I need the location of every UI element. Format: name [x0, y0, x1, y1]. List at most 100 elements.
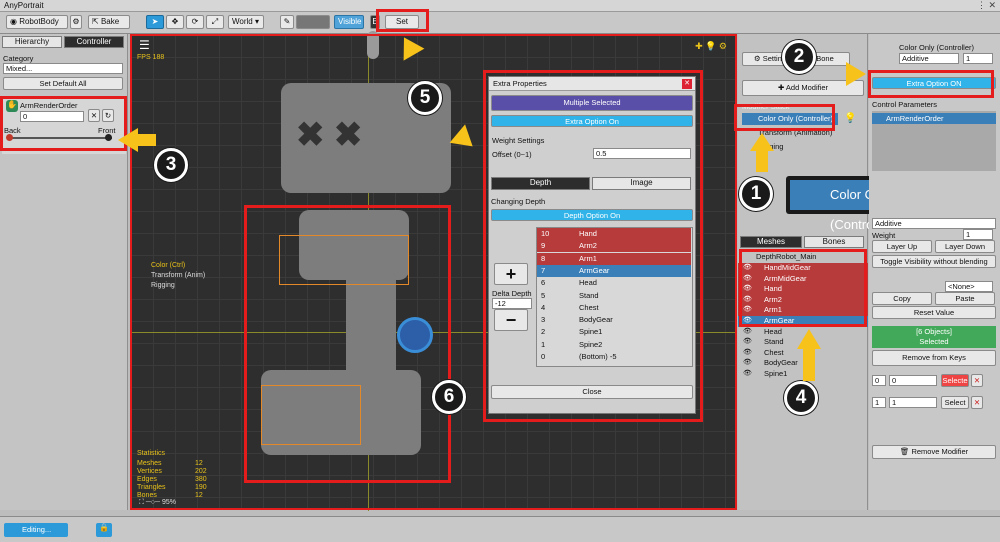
index-input-0[interactable]: 0 — [872, 375, 886, 386]
depth-row[interactable]: 1 Spine2 — [537, 338, 691, 351]
eye-icon[interactable]: 👁 — [743, 348, 752, 358]
eye-icon[interactable]: 👁 — [743, 369, 752, 379]
portrait-select[interactable]: ◉ RobotBody — [6, 15, 68, 29]
key-icon[interactable]: E — [370, 15, 380, 29]
extra-option-on-button[interactable]: Extra Option On — [491, 115, 693, 127]
depth-row[interactable]: 9 Arm2 — [537, 240, 691, 253]
depth-row[interactable]: 5 Stand — [537, 289, 691, 302]
gear-icon[interactable]: ⚙ — [70, 15, 82, 29]
toggle-visibility-button[interactable]: Toggle Visibility without blending — [872, 255, 996, 268]
eye-icon[interactable]: 👁 — [743, 295, 752, 305]
move-tool-icon[interactable]: ✥ — [166, 15, 184, 29]
layer-down-button[interactable]: Layer Down — [935, 240, 995, 253]
rotate-tool-icon[interactable]: ⟳ — [186, 15, 204, 29]
set-default-all-button[interactable]: Set Default All — [3, 77, 123, 90]
editing-status[interactable]: Editing... — [4, 523, 68, 537]
close-icon[interactable]: ✕ — [88, 109, 100, 122]
value-input-1[interactable]: 1 — [889, 397, 937, 408]
mesh-root[interactable]: DepthRobot_Main — [756, 252, 816, 261]
window-controls[interactable]: ⋮ ✕ — [977, 0, 996, 11]
delta-depth-input[interactable]: -12 — [492, 298, 532, 309]
paste-button[interactable]: Paste — [935, 292, 995, 305]
index-input-1[interactable]: 1 — [872, 397, 886, 408]
eye-icon[interactable]: 👁 — [743, 327, 752, 337]
mesh-row[interactable]: 👁 ArmGear — [738, 316, 868, 327]
eye-icon[interactable]: 👁 — [743, 358, 752, 368]
copy-button[interactable]: Copy — [872, 292, 932, 305]
dialog-close-icon[interactable]: ✕ — [682, 79, 692, 89]
mesh-row[interactable]: 👁 HandMidGear — [738, 263, 868, 274]
depth-slider-track[interactable] — [8, 137, 112, 139]
depth-row[interactable]: 0 (Bottom) -5 — [537, 351, 691, 364]
offset-input[interactable]: 0.5 — [593, 148, 691, 159]
lightbulb-icons[interactable]: 💡 — [844, 113, 856, 124]
lock-icon[interactable]: 🔒 — [96, 523, 112, 537]
tab-depth[interactable]: Depth — [491, 177, 590, 190]
brush-icon[interactable]: ✎ — [280, 15, 294, 29]
multiple-selected-button[interactable]: Multiple Selected — [491, 95, 693, 111]
tab-hierarchy[interactable]: Hierarchy — [2, 36, 62, 48]
eye-icon[interactable]: 👁 — [743, 274, 752, 284]
control-param-item[interactable]: ArmRenderOrder — [872, 113, 996, 124]
depth-option-on-button[interactable]: Depth Option On — [491, 209, 693, 221]
eye-icon[interactable]: 👁 — [743, 284, 752, 294]
category-select[interactable]: Mixed... — [3, 63, 123, 74]
tab-controller[interactable]: Controller — [64, 36, 124, 48]
depth-row[interactable]: 8 Arm1 — [537, 252, 691, 265]
eye-icon[interactable]: 👁 — [743, 305, 752, 315]
viewport-tool-icons[interactable]: ✚ 💡 ⚙ — [695, 41, 727, 52]
delete-icon-0[interactable]: ✕ — [971, 374, 983, 387]
weight-input[interactable]: 1 — [963, 229, 993, 240]
zoom-control[interactable]: ⛶ ─○─ 95% — [139, 499, 176, 507]
eye-icon[interactable]: 👁 — [743, 316, 752, 326]
select-button-0[interactable]: Selecte — [941, 374, 969, 387]
bake-button[interactable]: ⇱ Bake — [88, 15, 130, 29]
select-tool-icon[interactable]: ➤ — [146, 15, 164, 29]
menu-icon[interactable]: ☰ — [139, 38, 150, 52]
extra-option-on-toggle[interactable]: Extra Option ON — [872, 77, 996, 89]
scale-tool-icon[interactable]: ⤢ — [206, 15, 224, 29]
mesh-row[interactable]: 👁 Arm1 — [738, 305, 868, 316]
blend2-select[interactable]: Additive — [872, 218, 996, 229]
reset-icon[interactable]: ↻ — [102, 109, 114, 122]
depth-row[interactable]: 3 BodyGear — [537, 314, 691, 327]
callout-6: 6 — [432, 380, 466, 414]
depth-row[interactable]: 10 Hand — [537, 228, 691, 241]
blend-number[interactable]: 1 — [963, 53, 993, 64]
tab-image[interactable]: Image — [592, 177, 691, 190]
delete-icon-1[interactable]: ✕ — [971, 396, 983, 409]
reset-value-button[interactable]: Reset Value — [872, 306, 996, 319]
stat-value: 190 — [195, 484, 207, 491]
none-select[interactable]: <None> — [945, 281, 993, 292]
value-input-0[interactable]: 0 — [889, 375, 937, 386]
controller-value-input[interactable]: 0 — [20, 111, 84, 122]
remove-from-keys-button[interactable]: Remove from Keys — [872, 350, 996, 366]
layer-up-button[interactable]: Layer Up — [872, 240, 932, 253]
depth-row[interactable]: 6 Head — [537, 277, 691, 290]
depth-slider-knob[interactable] — [6, 134, 13, 141]
mesh-name: ArmGear — [764, 316, 795, 325]
set-button[interactable]: Set — [385, 15, 419, 29]
depth-row[interactable]: 2 Spine1 — [537, 326, 691, 339]
depth-row[interactable]: 4 Chest — [537, 301, 691, 314]
depth-mesh-name: Stand — [579, 290, 599, 300]
depth-row[interactable]: 7 ArmGear — [537, 264, 691, 278]
select-button-1[interactable]: Select — [941, 396, 969, 409]
increase-depth-button[interactable]: + — [494, 263, 528, 285]
blend-select[interactable]: Additive — [899, 53, 959, 64]
color-swatch[interactable] — [296, 15, 330, 29]
mesh-row[interactable]: 👁 Hand — [738, 284, 868, 295]
mesh-row[interactable]: 👁 Arm2 — [738, 294, 868, 306]
eye-icon[interactable]: 👁 — [743, 337, 752, 347]
decrease-depth-button[interactable]: − — [494, 309, 528, 331]
space-select[interactable]: World ▾ — [228, 15, 264, 29]
slider-end-marker — [105, 134, 112, 141]
close-button[interactable]: Close — [491, 385, 693, 399]
remove-modifier-button[interactable]: 🗑 Remove Modifier — [872, 445, 996, 459]
eye-icon[interactable]: 👁 — [743, 263, 752, 273]
depth-list[interactable]: 10 Hand 9 Arm2 8 Arm1 7 ArmGear 6 Head 5 Stand 4 Ches… — [536, 227, 693, 367]
visible-toggle[interactable]: Visible — [334, 15, 364, 29]
modifier-color-only[interactable]: Color Only (Controller) — [742, 113, 838, 125]
tab-meshes[interactable]: Meshes — [740, 236, 802, 248]
mesh-row[interactable]: 👁 ArmMidGear — [738, 273, 868, 285]
